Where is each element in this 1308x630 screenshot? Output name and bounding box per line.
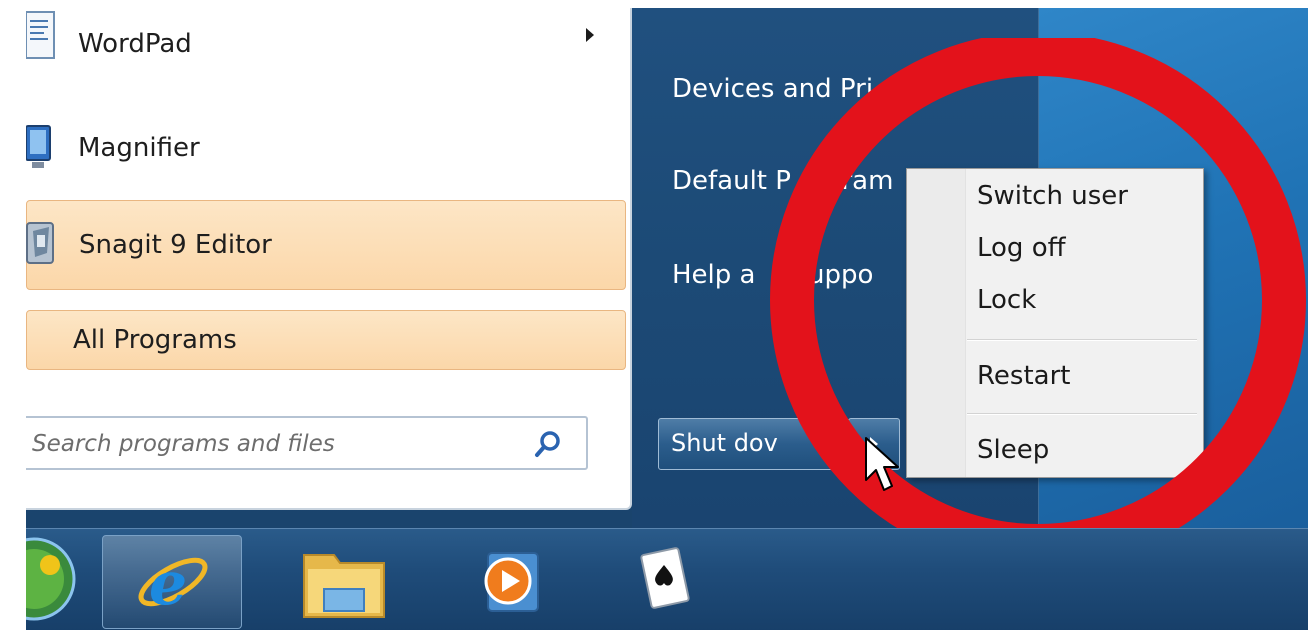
media-player-icon[interactable] <box>466 529 556 630</box>
solitaire-icon[interactable] <box>632 529 712 630</box>
help-label-a: Help a <box>672 260 756 290</box>
menu-item-switch-user[interactable]: Switch user <box>977 181 1128 211</box>
program-label: WordPad <box>78 29 192 59</box>
snagit-icon <box>26 222 54 264</box>
taskbar: e <box>26 528 1308 630</box>
start-menu-left-pane: WordPad Magnifier Snagit 9 Editor All Pr… <box>26 8 632 510</box>
magnifier-icon <box>26 125 51 168</box>
search-icon[interactable] <box>532 428 564 460</box>
taskbar-button-ie[interactable]: e <box>102 535 242 629</box>
file-explorer-icon[interactable] <box>294 529 394 630</box>
help-and-support-link[interactable]: Help a Suppo <box>672 260 873 290</box>
menu-item-lock[interactable]: Lock <box>977 285 1036 315</box>
default-programs-label-a: Default P <box>672 166 791 196</box>
devices-and-printers-link[interactable]: Devices and Pri <box>672 74 873 104</box>
shut-down-button[interactable]: Shut dov <box>658 418 844 470</box>
wordpad-icon <box>26 11 55 59</box>
power-options-menu: Switch user Log off Lock Restart Sleep <box>906 168 1204 478</box>
shut-down-label: Shut dov <box>671 429 778 457</box>
program-item-wordpad[interactable]: WordPad <box>26 8 624 88</box>
search-input[interactable] <box>30 426 514 462</box>
menu-item-log-off[interactable]: Log off <box>977 233 1066 263</box>
submenu-arrow-icon <box>586 28 594 42</box>
help-label-b: Suppo <box>791 260 874 290</box>
screen: Devices and Pri Default P gram Help a Supp… <box>26 8 1308 630</box>
program-label: Snagit 9 Editor <box>79 230 272 260</box>
all-programs-button[interactable]: All Programs <box>26 310 626 370</box>
menu-item-restart[interactable]: Restart <box>977 361 1070 391</box>
default-programs-link[interactable]: Default P gram <box>672 166 893 196</box>
menu-separator <box>967 339 1197 341</box>
svg-text:e: e <box>149 549 187 619</box>
program-item-magnifier[interactable]: Magnifier <box>26 104 624 192</box>
all-programs-label: All Programs <box>73 325 237 355</box>
default-programs-label-b: gram <box>824 166 894 196</box>
search-box[interactable] <box>26 416 588 470</box>
menu-item-sleep[interactable]: Sleep <box>977 435 1049 465</box>
program-item-snagit[interactable]: Snagit 9 Editor <box>26 200 626 290</box>
start-orb-icon[interactable] <box>26 529 82 630</box>
menu-separator <box>967 413 1197 415</box>
program-label: Magnifier <box>78 133 200 163</box>
mouse-cursor-icon <box>865 437 899 491</box>
menu-icon-gutter <box>907 169 966 477</box>
internet-explorer-icon: e <box>138 549 208 619</box>
